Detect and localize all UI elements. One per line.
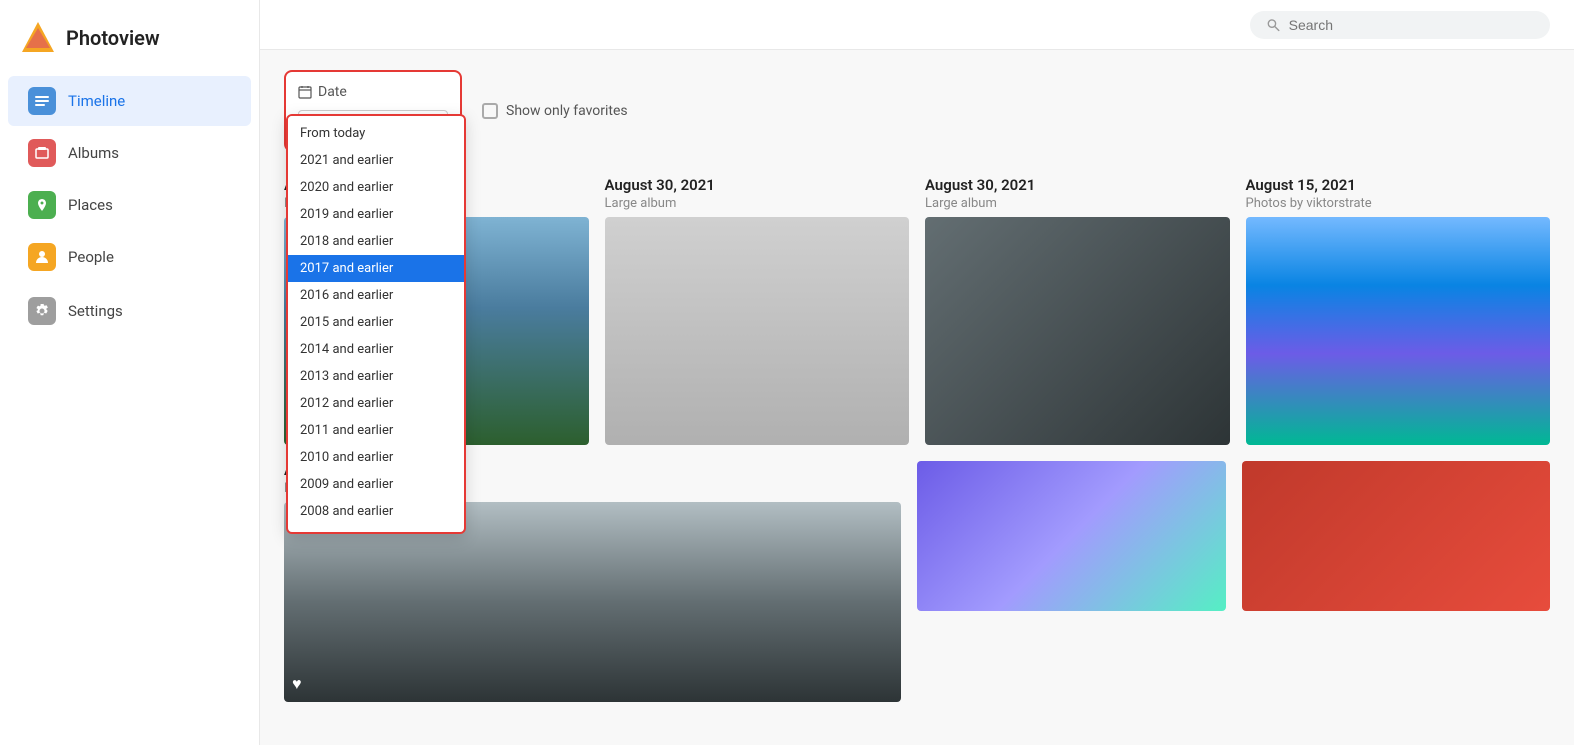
photo-date-title: August 15, 2021 xyxy=(1246,176,1551,194)
sidebar-item-places[interactable]: Places xyxy=(8,180,251,230)
content-area: Date From today2021 and earlier2020 and … xyxy=(260,50,1574,745)
sidebar-item-albums[interactable]: Albums xyxy=(8,128,251,178)
photo-thumbnail[interactable] xyxy=(925,217,1230,445)
photo-grid-row1: August 30, 2021Large albumAugust 30, 202… xyxy=(284,176,1550,445)
heart-icon: ♥ xyxy=(292,674,302,694)
photo-thumbnail[interactable] xyxy=(1246,217,1551,445)
dropdown-option[interactable]: 2015 and earlier xyxy=(288,309,464,336)
dropdown-option[interactable]: 2007 and earlier xyxy=(288,525,464,534)
photo-grid-row2: August 11, 2021Photos by viktorstrate♥ xyxy=(284,461,1550,702)
sidebar-item-people[interactable]: People xyxy=(8,232,251,282)
photo-thumbnail[interactable] xyxy=(917,461,1226,611)
search-bar[interactable] xyxy=(1250,11,1550,39)
dropdown-option[interactable]: 2011 and earlier xyxy=(288,417,464,444)
app-logo-icon xyxy=(20,20,56,56)
sidebar-item-label: Places xyxy=(68,196,113,214)
sidebar-item-settings[interactable]: Settings xyxy=(8,286,251,336)
photo-date-title: August 30, 2021 xyxy=(605,176,910,194)
sidebar-item-label: People xyxy=(68,248,114,266)
settings-icon xyxy=(28,297,56,325)
dropdown-option[interactable]: From today xyxy=(288,120,464,147)
sidebar: Photoview Timeline Albums Places People xyxy=(0,0,260,745)
dropdown-option[interactable]: 2017 and earlier xyxy=(288,255,464,282)
dropdown-option[interactable]: 2020 and earlier xyxy=(288,174,464,201)
people-icon xyxy=(28,243,56,271)
timeline-icon xyxy=(28,87,56,115)
favorites-checkbox[interactable] xyxy=(482,103,498,119)
photo-group xyxy=(917,461,1226,702)
dropdown-option[interactable]: 2019 and earlier xyxy=(288,201,464,228)
main-content: Date From today2021 and earlier2020 and … xyxy=(260,0,1574,745)
photo-group: August 30, 2021 Large album xyxy=(925,176,1230,445)
dropdown-option[interactable]: 2014 and earlier xyxy=(288,336,464,363)
header xyxy=(260,0,1574,50)
dropdown-option[interactable]: 2008 and earlier xyxy=(288,498,464,525)
photo-album-subtitle: Large album xyxy=(925,196,1230,211)
photo-album-subtitle: Photos by viktorstrate xyxy=(1246,196,1551,211)
date-filter-label: Date xyxy=(298,84,448,100)
photo-date-title: August 30, 2021 xyxy=(925,176,1230,194)
photo-group: August 30, 2021 Large album xyxy=(605,176,910,445)
sidebar-nav: Timeline Albums Places People Settings xyxy=(0,76,259,336)
filter-bar: Date From today2021 and earlier2020 and … xyxy=(284,70,1550,152)
favorites-toggle[interactable]: Show only favorites xyxy=(482,103,628,119)
search-icon xyxy=(1266,17,1281,33)
sidebar-item-label: Albums xyxy=(68,144,119,162)
sidebar-item-label: Settings xyxy=(68,302,123,320)
date-dropdown[interactable]: From today2021 and earlier2020 and earli… xyxy=(286,114,466,534)
dropdown-option[interactable]: 2016 and earlier xyxy=(288,282,464,309)
photo-group xyxy=(1242,461,1551,702)
calendar-icon xyxy=(298,85,312,99)
photo-album-subtitle: Large album xyxy=(605,196,910,211)
places-icon xyxy=(28,191,56,219)
photo-group: August 15, 2021 Photos by viktorstrate xyxy=(1246,176,1551,445)
photo-thumbnail[interactable] xyxy=(605,217,910,445)
dropdown-option[interactable]: 2010 and earlier xyxy=(288,444,464,471)
app-name: Photoview xyxy=(66,26,160,50)
date-filter-container: Date From today2021 and earlier2020 and … xyxy=(284,70,462,152)
sidebar-item-timeline[interactable]: Timeline xyxy=(8,76,251,126)
photo-thumbnail[interactable] xyxy=(1242,461,1551,611)
favorites-label: Show only favorites xyxy=(506,103,628,119)
dropdown-option[interactable]: 2009 and earlier xyxy=(288,471,464,498)
dropdown-option[interactable]: 2012 and earlier xyxy=(288,390,464,417)
sidebar-item-label: Timeline xyxy=(68,92,125,110)
albums-icon xyxy=(28,139,56,167)
dropdown-option[interactable]: 2021 and earlier xyxy=(288,147,464,174)
dropdown-option[interactable]: 2018 and earlier xyxy=(288,228,464,255)
app-logo: Photoview xyxy=(0,12,259,76)
search-input[interactable] xyxy=(1289,17,1534,33)
dropdown-option[interactable]: 2013 and earlier xyxy=(288,363,464,390)
